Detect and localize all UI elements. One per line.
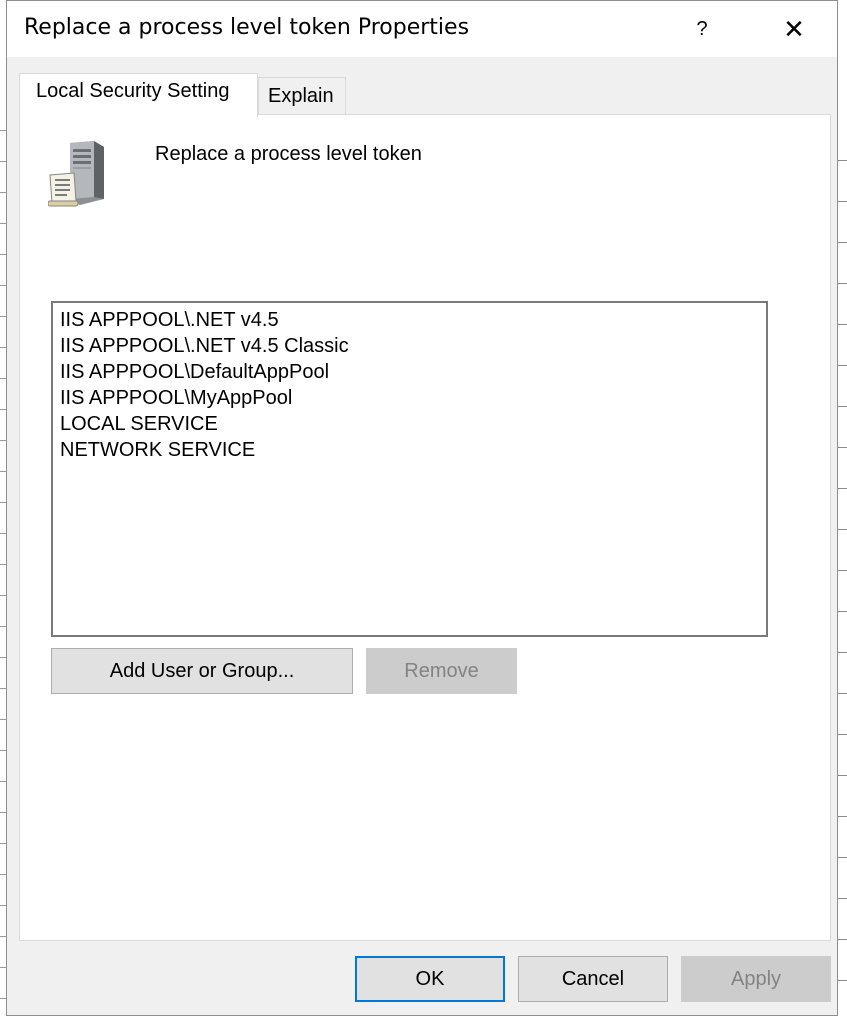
properties-dialog: Replace a process level token Properties…	[6, 0, 838, 1016]
list-item[interactable]: LOCAL SERVICE	[60, 411, 766, 437]
server-policy-icon	[48, 141, 104, 207]
add-user-or-group-button[interactable]: Add User or Group...	[51, 648, 353, 694]
apply-button[interactable]: Apply	[681, 956, 831, 1002]
list-item[interactable]: IIS APPPOOL\.NET v4.5	[60, 307, 766, 333]
close-button[interactable]: ✕	[769, 7, 819, 51]
list-item[interactable]: IIS APPPOOL\MyAppPool	[60, 385, 766, 411]
close-icon: ✕	[783, 14, 805, 44]
remove-button[interactable]: Remove	[366, 648, 517, 694]
help-button[interactable]: ?	[680, 7, 724, 51]
tab-panel-local-security-setting: Replace a process level token IIS APPPOO…	[19, 114, 831, 941]
window-title: Replace a process level token Properties	[24, 15, 470, 40]
cancel-button[interactable]: Cancel	[518, 956, 668, 1002]
policy-name: Replace a process level token	[155, 143, 422, 165]
list-item[interactable]: NETWORK SERVICE	[60, 437, 766, 463]
background-window-edge-right	[838, 120, 847, 1020]
list-item[interactable]: IIS APPPOOL\.NET v4.5 Classic	[60, 333, 766, 359]
ok-button[interactable]: OK	[355, 956, 505, 1002]
members-listbox[interactable]: IIS APPPOOL\.NET v4.5 IIS APPPOOL\.NET v…	[51, 301, 768, 637]
tab-local-security-setting[interactable]: Local Security Setting	[19, 73, 258, 117]
tab-explain[interactable]: Explain	[258, 77, 346, 115]
title-bar[interactable]: Replace a process level token Properties…	[7, 1, 837, 57]
list-item[interactable]: IIS APPPOOL\DefaultAppPool	[60, 359, 766, 385]
